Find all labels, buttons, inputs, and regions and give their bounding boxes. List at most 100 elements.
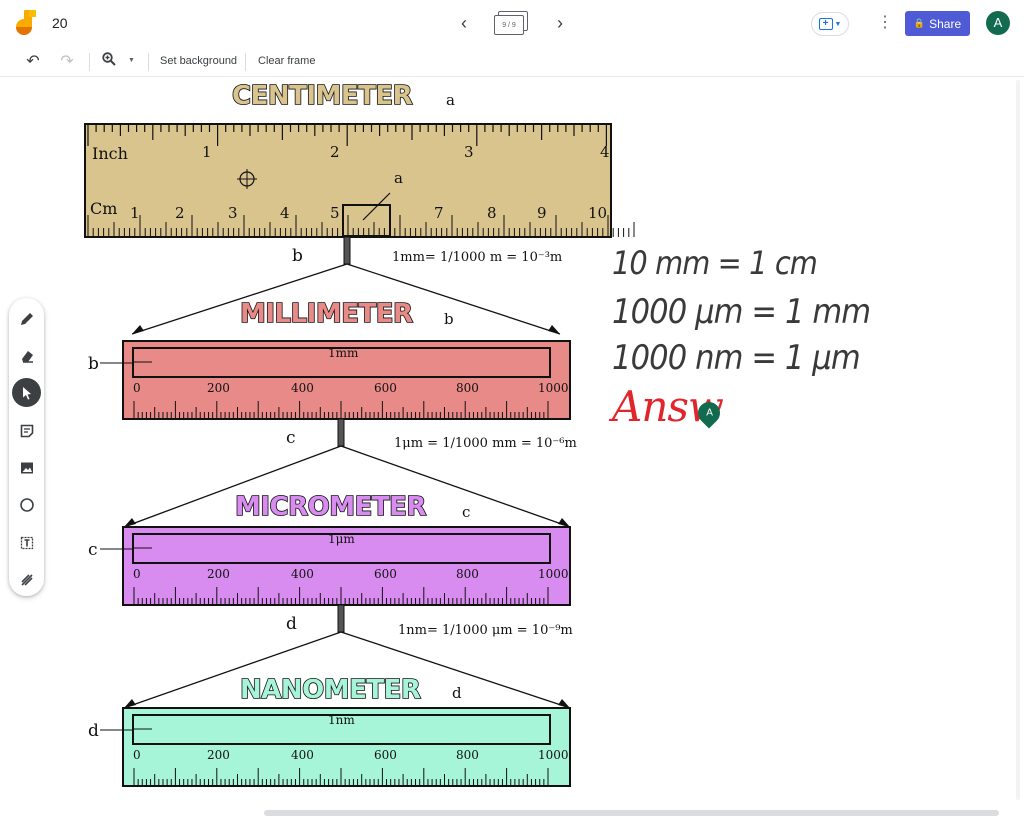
- cm-tick-label: 3: [228, 204, 238, 222]
- micrometer-tick-label: 0: [133, 567, 141, 581]
- circle-tool[interactable]: [12, 490, 41, 519]
- present-menu-button[interactable]: + ▼: [811, 12, 849, 36]
- frame-counter: 9 / 9: [494, 15, 524, 35]
- text-box-tool[interactable]: [12, 528, 41, 557]
- share-button[interactable]: 🔒 Share: [905, 11, 970, 36]
- millimeter-connector-marker: b: [292, 246, 303, 266]
- cm-tick-label: 4: [280, 204, 290, 222]
- select-tool[interactable]: [12, 378, 41, 407]
- millimeter-marker: b: [444, 310, 454, 328]
- more-options-button[interactable]: ⋮: [876, 13, 894, 33]
- cm-tick-label: 8: [487, 204, 497, 222]
- jamboard-logo-icon: [16, 10, 36, 35]
- toolbar-divider: [148, 53, 149, 71]
- micrometer-connector-right-arrow: [558, 518, 570, 527]
- lock-icon: 🔒: [913, 18, 926, 28]
- nanometer-tick-label: 600: [374, 748, 397, 762]
- millimeter-tick-label: 600: [374, 381, 397, 395]
- horizontal-scrollbar[interactable]: [264, 810, 999, 816]
- millimeter-tick-label: 800: [456, 381, 479, 395]
- cm-tick-label: 5: [330, 204, 340, 222]
- undo-button[interactable]: ↶: [22, 51, 44, 73]
- micrometer-connector-stem: [337, 418, 345, 447]
- next-frame-button[interactable]: ›: [549, 12, 571, 34]
- inch-label: Inch: [92, 144, 128, 163]
- millimeter-tick-label: 400: [291, 381, 314, 395]
- undo-icon: ↶: [26, 53, 40, 70]
- account-avatar[interactable]: A: [986, 11, 1010, 35]
- frame-bar-button[interactable]: 9 / 9: [494, 11, 528, 37]
- nanometer-tick-label: 800: [456, 748, 479, 762]
- micrometer-unit-label: 1μm: [328, 532, 355, 546]
- nanometer-connector-marker: d: [286, 614, 297, 634]
- clear-frame-button[interactable]: Clear frame: [258, 55, 315, 67]
- nanometer-tick-label: 200: [207, 748, 230, 762]
- image-icon: [20, 462, 33, 473]
- nanometer-connector-stem: [337, 604, 345, 633]
- share-label: Share: [929, 16, 962, 31]
- inch-tick-label: 4: [600, 143, 610, 161]
- frame-title[interactable]: 20: [52, 15, 68, 31]
- nanometer-connector-left-arrow: [124, 699, 136, 708]
- vertical-scrollbar[interactable]: [1016, 80, 1020, 800]
- millimeter-side-marker: b: [88, 354, 99, 374]
- note-line-1[interactable]: 10 mm = 1 cm: [612, 244, 818, 282]
- centimeter-title: CENTIMETER: [232, 81, 413, 111]
- caret-down-icon: ▼: [834, 20, 842, 28]
- eraser-icon: [21, 350, 33, 363]
- cm-tick-label: 2: [175, 204, 185, 222]
- add-image-tool[interactable]: [12, 453, 41, 482]
- micrometer-connector-left-arrow: [124, 518, 136, 527]
- micrometer-tick-label: 1000: [538, 567, 569, 581]
- micrometer-marker: c: [462, 503, 470, 521]
- zoom-box-marker: a: [394, 169, 403, 187]
- pen-tool[interactable]: [12, 304, 41, 333]
- chevron-left-icon: ‹: [461, 12, 467, 33]
- cm-tick-label: 7: [434, 204, 444, 222]
- nanometer-tick-label: 0: [133, 748, 141, 762]
- kebab-menu-icon: ⋮: [877, 14, 893, 31]
- toolbar-divider: [89, 53, 90, 71]
- millimeter-connector-stem: [343, 236, 351, 265]
- present-icon: +: [818, 18, 833, 30]
- micrometer-connector-marker: c: [286, 428, 296, 448]
- cm-tick-label: 9: [537, 204, 547, 222]
- micrometer-equation: 1nm= 1/1000 μm = 10⁻⁹m: [398, 623, 573, 638]
- pen-icon: [20, 312, 33, 325]
- inch-tick-label: 1: [202, 143, 212, 161]
- laser-icon: [20, 573, 33, 586]
- zoom-in-icon: [102, 52, 116, 66]
- nanometer-side-marker: d: [88, 721, 99, 741]
- redo-icon: ↷: [60, 53, 74, 70]
- inch-tick-label: 3: [464, 143, 474, 161]
- micrometer-tick-label: 200: [207, 567, 230, 581]
- toolbar-divider: [245, 53, 246, 71]
- micrometer-tick-label: 400: [291, 567, 314, 581]
- note-line-3[interactable]: 1000 nm = 1 μm: [612, 338, 861, 378]
- note-line-2[interactable]: 1000 μm = 1 mm: [612, 292, 871, 332]
- set-background-button[interactable]: Set background: [160, 55, 237, 67]
- metric-units-diagram: CENTIMETER a Inch Cm 1 2 3 4 1 2 3 4 5 7 8 9 10 a b 1mm= 1/…: [84, 80, 635, 787]
- tool-palette: [9, 298, 44, 596]
- sticky-note-icon: [20, 424, 33, 437]
- toolbar: ↶ ↷ ▼ Set background Clear frame: [0, 47, 1024, 77]
- micrometer-side-marker: c: [88, 540, 98, 560]
- whiteboard-canvas[interactable]: CENTIMETER a Inch Cm 1 2 3 4 1 2 3 4 5 7 8 9 10 a b 1mm= 1/…: [60, 78, 1010, 808]
- sticky-note-tool[interactable]: [12, 416, 41, 445]
- zoom-dropdown-icon[interactable]: ▼: [128, 57, 135, 64]
- top-bar: 20 ‹ 9 / 9 › + ▼ ⋮ 🔒 Share A: [0, 0, 1024, 47]
- circle-icon: [19, 497, 34, 512]
- laser-tool[interactable]: [12, 565, 41, 594]
- nanometer-tick-label: 400: [291, 748, 314, 762]
- millimeter-tick-label: 200: [207, 381, 230, 395]
- previous-frame-button[interactable]: ‹: [453, 12, 475, 34]
- eraser-tool[interactable]: [12, 341, 41, 370]
- cm-tick-label: 1: [130, 204, 140, 222]
- redo-button[interactable]: ↷: [56, 51, 78, 73]
- micrometer-tick-label: 800: [456, 567, 479, 581]
- zoom-button[interactable]: [98, 51, 120, 73]
- text-box-icon: [20, 536, 33, 549]
- cm-label: Cm: [90, 199, 117, 218]
- micrometer-title: MICROMETER: [235, 492, 426, 522]
- chevron-right-icon: ›: [557, 12, 563, 33]
